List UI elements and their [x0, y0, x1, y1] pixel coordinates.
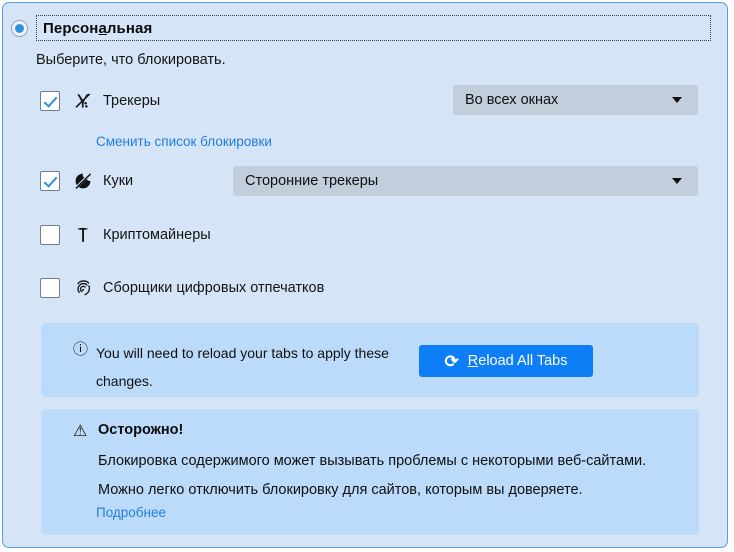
- radio-row-personal[interactable]: Персональная: [11, 13, 711, 43]
- warning-title: Осторожно!: [98, 422, 184, 438]
- checkbox-cryptominers[interactable]: [40, 225, 60, 245]
- radio-label-part1: Персон: [43, 20, 99, 37]
- checkbox-cookies[interactable]: [40, 171, 60, 191]
- radio-personal-label[interactable]: Персональная: [36, 15, 711, 41]
- option-row-fingerprinters[interactable]: Сборщики цифровых отпечатков: [40, 277, 324, 299]
- reload-all-tabs-button[interactable]: ⟳ Reload All Tabs: [419, 345, 593, 377]
- pickaxe-icon: [72, 225, 94, 245]
- panel-subtitle: Выберите, что блокировать.: [36, 52, 226, 68]
- change-blocklist-link[interactable]: Сменить список блокировки: [96, 134, 272, 149]
- radio-label-accesskey: а: [98, 20, 107, 37]
- checkbox-fingerprinters[interactable]: [40, 278, 60, 298]
- chevron-down-icon: [672, 178, 682, 184]
- content-blocking-panel: Персональная Выберите, что блокировать. …: [2, 2, 728, 548]
- checkbox-trackers[interactable]: [40, 91, 60, 111]
- warning-body: Блокировка содержимого может вызывать пр…: [98, 453, 647, 498]
- reload-button-accesskey: R: [467, 353, 479, 369]
- learn-more-link[interactable]: Подробнее: [96, 505, 166, 520]
- dropdown-cookies-scope[interactable]: Сторонние трекеры: [233, 166, 698, 196]
- dropdown-cookies-value: Сторонние трекеры: [245, 173, 379, 189]
- reload-notice-text: You will need to reload your tabs to app…: [96, 345, 389, 389]
- radio-personal[interactable]: [11, 19, 28, 37]
- option-row-cryptominers[interactable]: Криптомайнеры: [40, 224, 211, 246]
- radio-label-part2: льная: [106, 20, 153, 37]
- reload-icon: ⟳: [444, 351, 459, 371]
- fingerprint-icon: [72, 278, 94, 298]
- reload-button-label: Reload All Tabs: [468, 353, 568, 369]
- option-label-trackers: Трекеры: [103, 93, 161, 109]
- option-label-cryptominers: Криптомайнеры: [103, 227, 211, 243]
- reload-notice-box: ⓘ You will need to reload your tabs to a…: [41, 323, 699, 397]
- dropdown-trackers-value: Во всех окнах: [465, 92, 559, 108]
- tracker-blocked-icon: [72, 91, 94, 111]
- option-label-fingerprinters: Сборщики цифровых отпечатков: [103, 280, 325, 296]
- cookie-blocked-icon: [72, 171, 94, 191]
- option-label-cookies: Куки: [103, 173, 134, 189]
- reload-button-label-rest: eload All Tabs: [478, 353, 568, 369]
- info-circle-icon: ⓘ: [73, 341, 89, 358]
- chevron-down-icon: [672, 97, 682, 103]
- dropdown-trackers-scope[interactable]: Во всех окнах: [453, 85, 698, 115]
- option-row-cookies[interactable]: Куки: [40, 170, 133, 192]
- option-row-trackers[interactable]: Трекеры: [40, 90, 160, 112]
- warning-triangle-icon: ⚠: [73, 423, 88, 440]
